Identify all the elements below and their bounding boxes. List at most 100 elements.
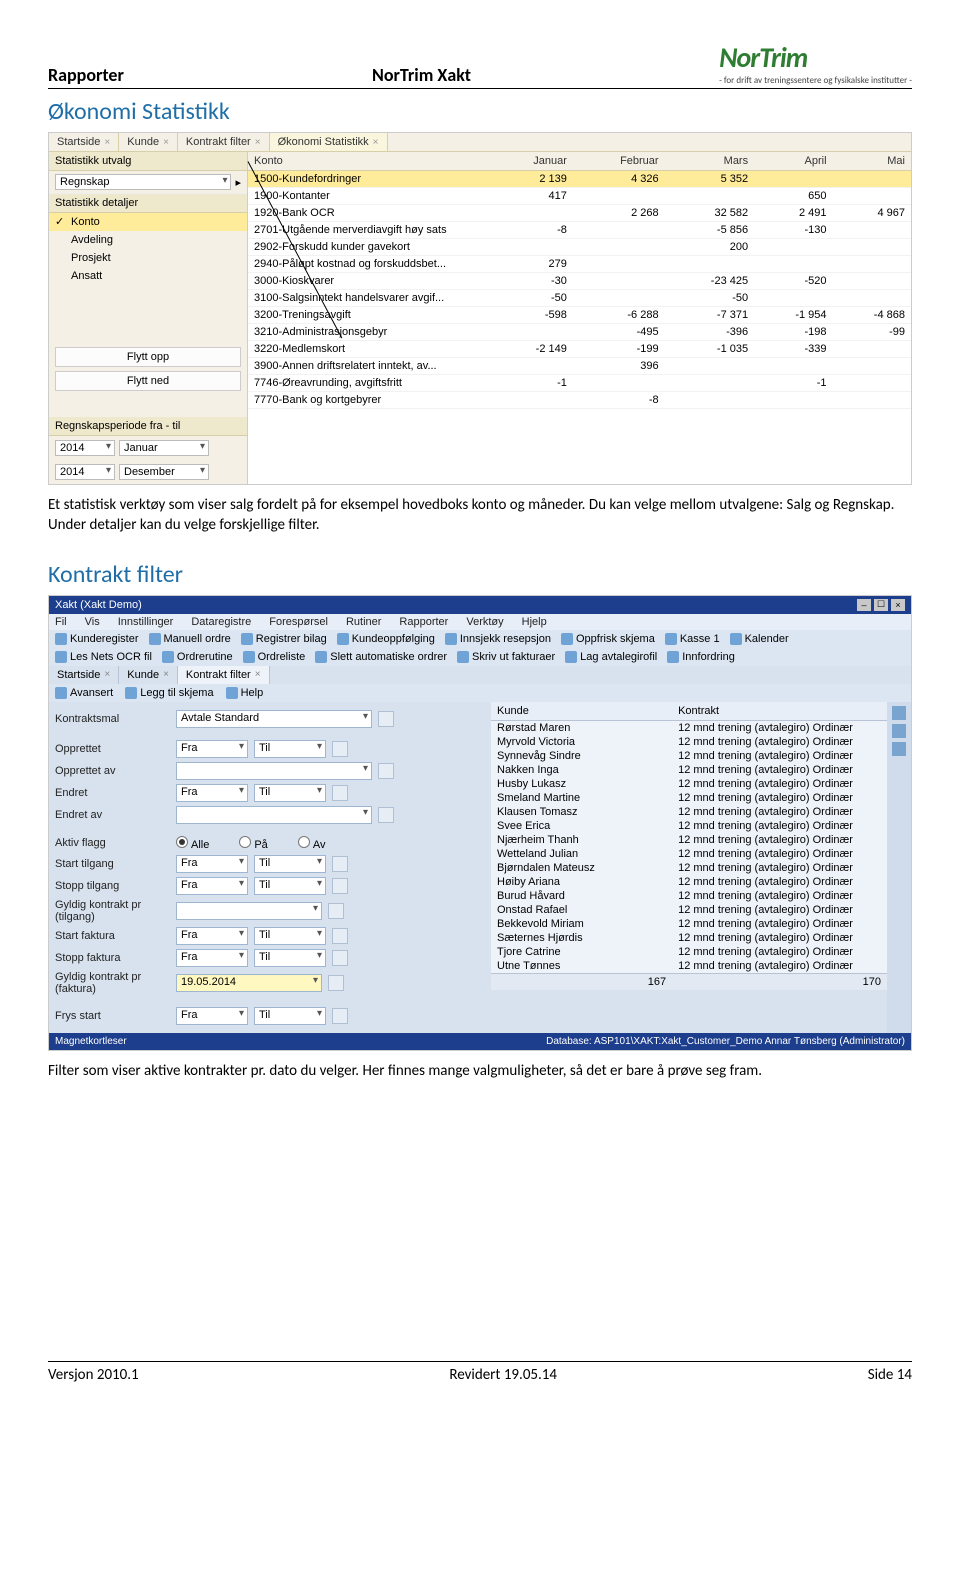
table-row[interactable]: 7770-Bank og kortgebyrer-8 bbox=[248, 392, 911, 409]
menu-item[interactable]: Avansert bbox=[55, 687, 113, 699]
tab-kontrakt-filter[interactable]: Kontrakt filter× bbox=[178, 133, 270, 151]
list-item[interactable]: Njærheim Thanh12 mnd trening (avtalegiro… bbox=[491, 833, 887, 847]
menu-item[interactable]: Hjelp bbox=[522, 616, 547, 628]
close-icon[interactable]: × bbox=[891, 599, 905, 611]
col-kontrakt[interactable]: Kontrakt bbox=[672, 702, 887, 720]
menu-item[interactable]: Ordreliste bbox=[243, 651, 306, 663]
detail-item-ansatt[interactable]: Ansatt bbox=[49, 267, 247, 285]
list-item[interactable]: Smeland Martine12 mnd trening (avtalegir… bbox=[491, 791, 887, 805]
menu-item[interactable]: Vis bbox=[85, 616, 100, 628]
list-item[interactable]: Sæternes Hjørdis12 mnd trening (avtalegi… bbox=[491, 931, 887, 945]
field-action-icon[interactable] bbox=[378, 711, 394, 727]
tab-kunde[interactable]: Kunde× bbox=[119, 133, 178, 151]
col-header[interactable]: Januar bbox=[490, 152, 573, 171]
tab-startside[interactable]: Startside× bbox=[49, 666, 119, 684]
col-kunde[interactable]: Kunde bbox=[491, 702, 672, 720]
menu-item[interactable]: Innsjekk resepsjon bbox=[445, 633, 551, 645]
month-from-select[interactable]: Januar bbox=[119, 440, 209, 456]
aktiv-av-radio[interactable]: Av bbox=[298, 836, 326, 851]
year-to-select[interactable]: 2014 bbox=[55, 464, 115, 480]
tab-startside[interactable]: Startside× bbox=[49, 133, 119, 151]
menu-item[interactable]: Innstillinger bbox=[118, 616, 174, 628]
col-header[interactable]: April bbox=[754, 152, 832, 171]
menu-item[interactable]: Help bbox=[226, 687, 264, 699]
menu-item[interactable]: Oppfrisk skjema bbox=[561, 633, 655, 645]
table-row[interactable]: 1900-Kontanter417650 bbox=[248, 188, 911, 205]
menu-item[interactable]: Verktøy bbox=[466, 616, 503, 628]
menu-item[interactable]: Skriv ut fakturaer bbox=[457, 651, 555, 663]
table-row[interactable]: 3100-Salgsinntekt handelsvarer avgif...-… bbox=[248, 290, 911, 307]
table-row[interactable]: 1500-Kundefordringer2 1394 3265 352 bbox=[248, 171, 911, 188]
statistikk-utvalg-select[interactable]: Regnskap bbox=[55, 174, 231, 190]
list-item[interactable]: Rørstad Maren12 mnd trening (avtalegiro)… bbox=[491, 721, 887, 735]
menu-item[interactable]: Rutiner bbox=[346, 616, 381, 628]
list-item[interactable]: Svee Erica12 mnd trening (avtalegiro) Or… bbox=[491, 819, 887, 833]
opprettet-av-select[interactable] bbox=[176, 762, 372, 780]
table-row[interactable]: 2902-Forskudd kunder gavekort200 bbox=[248, 239, 911, 256]
list-item[interactable]: Myrvold Victoria12 mnd trening (avtalegi… bbox=[491, 735, 887, 749]
table-row[interactable]: 2701-Utgående merverdiavgift høy sats-8-… bbox=[248, 222, 911, 239]
col-header[interactable]: Konto bbox=[248, 152, 490, 171]
table-row[interactable]: 2940-Påløpt kostnad og forskuddsbet...27… bbox=[248, 256, 911, 273]
list-item[interactable]: Nakken Inga12 mnd trening (avtalegiro) O… bbox=[491, 763, 887, 777]
list-item[interactable]: Onstad Rafael12 mnd trening (avtalegiro)… bbox=[491, 903, 887, 917]
menu-item[interactable]: Legg til skjema bbox=[125, 687, 213, 699]
list-item[interactable]: Wetteland Julian12 mnd trening (avtalegi… bbox=[491, 847, 887, 861]
menu-item[interactable]: Rapporter bbox=[399, 616, 448, 628]
opprettet-fra[interactable]: Fra bbox=[176, 740, 248, 758]
menu-item[interactable]: Kasse 1 bbox=[665, 633, 720, 645]
close-icon[interactable]: × bbox=[104, 137, 110, 148]
table-row[interactable]: 7746-Øreavrunding, avgiftsfritt-1-1 bbox=[248, 375, 911, 392]
table-row[interactable]: 3200-Treningsavgift-598-6 288-7 371-1 95… bbox=[248, 307, 911, 324]
endret-fra[interactable]: Fra bbox=[176, 784, 248, 802]
menu-item[interactable]: Lag avtalegirofil bbox=[565, 651, 657, 663]
list-item[interactable]: Klausen Tomasz12 mnd trening (avtalegiro… bbox=[491, 805, 887, 819]
ribbon-icon[interactable] bbox=[892, 742, 906, 756]
detail-item-prosjekt[interactable]: Prosjekt bbox=[49, 249, 247, 267]
aktiv-pa-radio[interactable]: På bbox=[239, 836, 267, 851]
minimize-icon[interactable]: – bbox=[857, 599, 871, 611]
menu-item[interactable]: Fil bbox=[55, 616, 67, 628]
close-icon[interactable]: × bbox=[373, 137, 379, 148]
list-item[interactable]: Husby Lukasz12 mnd trening (avtalegiro) … bbox=[491, 777, 887, 791]
aktiv-alle-radio[interactable]: Alle bbox=[176, 836, 209, 851]
list-item[interactable]: Tjore Catrine12 mnd trening (avtalegiro)… bbox=[491, 945, 887, 959]
list-item[interactable]: Burud Håvard12 mnd trening (avtalegiro) … bbox=[491, 889, 887, 903]
close-icon[interactable]: × bbox=[163, 137, 169, 148]
ribbon-icon[interactable] bbox=[892, 724, 906, 738]
col-header[interactable]: Mai bbox=[833, 152, 911, 171]
table-row[interactable]: 3000-Kioskvarer-30-23 425-520 bbox=[248, 273, 911, 290]
menu-item[interactable]: Kalender bbox=[730, 633, 789, 645]
flytt-opp-button[interactable]: Flytt opp bbox=[55, 347, 241, 367]
col-header[interactable]: Februar bbox=[573, 152, 665, 171]
table-row[interactable]: 1920-Bank OCR2 26832 5822 4914 967 bbox=[248, 205, 911, 222]
table-row[interactable]: 3210-Administrasjonsgebyr-495-396-198-99 bbox=[248, 324, 911, 341]
menu-item[interactable]: Slett automatiske ordrer bbox=[315, 651, 447, 663]
endret-til[interactable]: Til bbox=[254, 784, 326, 802]
list-item[interactable]: Høiby Ariana12 mnd trening (avtalegiro) … bbox=[491, 875, 887, 889]
kontraktsmal-select[interactable]: Avtale Standard bbox=[176, 710, 372, 728]
menu-item[interactable]: Les Nets OCR fil bbox=[55, 651, 152, 663]
col-header[interactable]: Mars bbox=[665, 152, 755, 171]
flytt-ned-button[interactable]: Flytt ned bbox=[55, 371, 241, 391]
ribbon-icon[interactable] bbox=[892, 706, 906, 720]
tab-kontrakt-filter[interactable]: Kontrakt filter× bbox=[178, 666, 270, 684]
detail-item-konto[interactable]: Konto bbox=[49, 213, 247, 231]
list-item[interactable]: Bekkevold Miriam12 mnd trening (avtalegi… bbox=[491, 917, 887, 931]
gyldig-faktura-input[interactable]: 19.05.2014 bbox=[176, 974, 322, 992]
list-item[interactable]: Synnevåg Sindre12 mnd trening (avtalegir… bbox=[491, 749, 887, 763]
month-to-select[interactable]: Desember bbox=[119, 464, 209, 480]
close-icon[interactable]: × bbox=[255, 137, 261, 148]
menu-item[interactable]: Manuell ordre bbox=[149, 633, 231, 645]
table-row[interactable]: 3900-Annen driftsrelatert inntekt, av...… bbox=[248, 358, 911, 375]
list-item[interactable]: Utne Tønnes12 mnd trening (avtalegiro) O… bbox=[491, 959, 887, 973]
menu-item[interactable]: Innfordring bbox=[667, 651, 735, 663]
menu-item[interactable]: Kundeoppfølging bbox=[337, 633, 435, 645]
menu-item[interactable]: Dataregistre bbox=[191, 616, 251, 628]
year-from-select[interactable]: 2014 bbox=[55, 440, 115, 456]
expand-icon[interactable]: ▸ bbox=[235, 176, 241, 189]
detail-item-avdeling[interactable]: Avdeling bbox=[49, 231, 247, 249]
menu-item[interactable]: Forespørsel bbox=[269, 616, 328, 628]
tab-okonomi-statistikk[interactable]: Økonomi Statistikk× bbox=[270, 133, 388, 151]
endret-av-select[interactable] bbox=[176, 806, 372, 824]
